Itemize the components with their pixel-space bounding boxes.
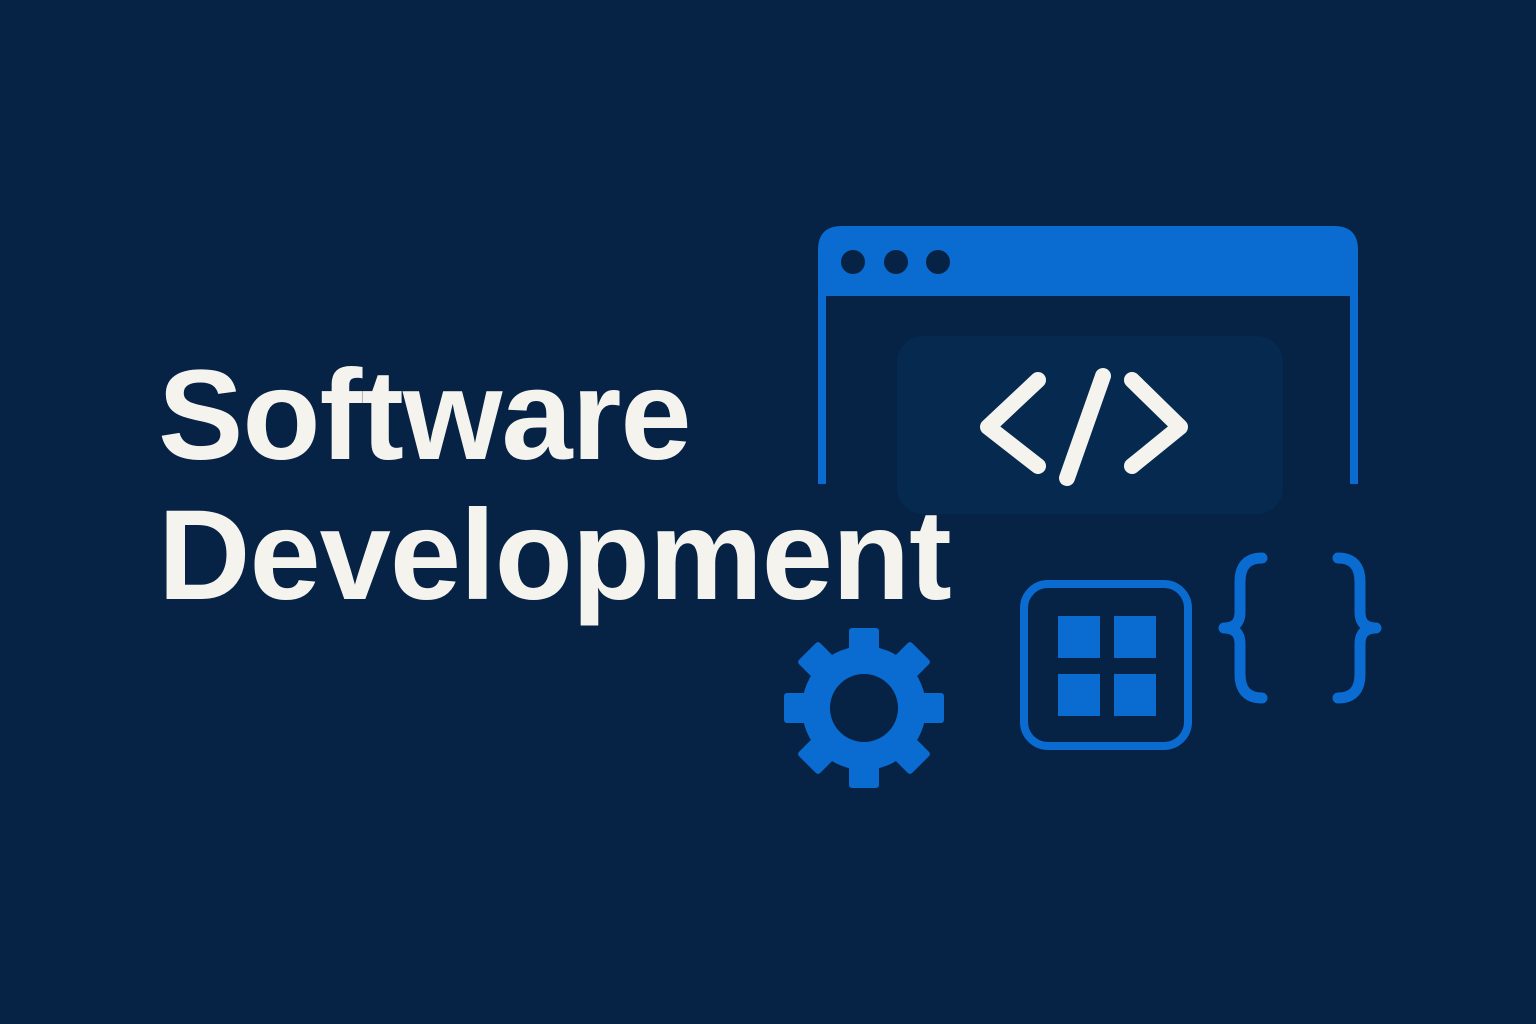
gear-icon: [784, 628, 944, 788]
headline: Software Development: [158, 344, 952, 627]
headline-line-2: Development: [158, 484, 952, 627]
hero-banner: Software Development: [0, 0, 1536, 1024]
curly-braces-icon: [1218, 552, 1382, 704]
grid-module-icon: [1020, 580, 1192, 750]
window-dots-icon: [841, 250, 950, 274]
code-tag-icon: [897, 336, 1283, 514]
headline-line-1: Software: [158, 344, 692, 487]
